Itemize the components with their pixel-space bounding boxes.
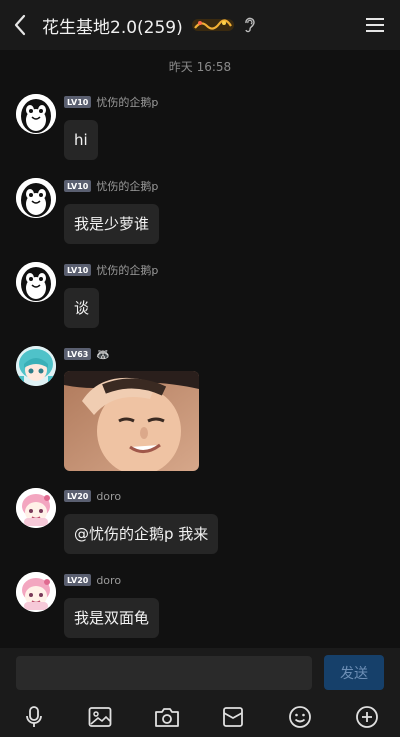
message-item: LV10 忧伤的企鹅p 谈: [16, 262, 386, 332]
emoji-icon: [289, 706, 311, 728]
photo-thumbnail-icon: [64, 371, 199, 471]
penguin-avatar-icon: [16, 178, 56, 218]
avatar[interactable]: [16, 262, 56, 302]
message-item: LV20 doro @忧伤的企鹅p 我来: [16, 488, 386, 558]
input-bar: 发送: [0, 648, 400, 698]
chevron-left-icon: [14, 14, 26, 36]
avatar[interactable]: [16, 178, 56, 218]
level-badge: LV10: [64, 96, 92, 108]
input-toolbar: [0, 698, 400, 737]
anime-girl-avatar-icon: [16, 346, 56, 386]
group-title[interactable]: 花生基地2.0(259): [42, 13, 183, 38]
message-input[interactable]: [16, 656, 312, 690]
level-badge: LV63: [64, 348, 92, 360]
message-bubble[interactable]: 我是少萝谁: [64, 204, 160, 244]
image-icon: [88, 707, 112, 727]
message-bubble[interactable]: hi: [64, 120, 98, 160]
message-bubble[interactable]: @忧伤的企鹅p 我来: [64, 514, 219, 554]
voice-button[interactable]: [20, 704, 48, 730]
camera-icon: [155, 708, 179, 727]
penguin-avatar-icon: [16, 262, 56, 302]
camera-button[interactable]: [153, 704, 181, 730]
sender-nickname[interactable]: 🦝: [96, 348, 110, 361]
sender-nickname[interactable]: 忧伤的企鹅p: [96, 262, 158, 278]
sender-nickname[interactable]: doro: [96, 574, 121, 587]
emoji-button[interactable]: [286, 704, 314, 730]
red-packet-button[interactable]: [219, 704, 247, 730]
message-bubble[interactable]: 我是双面龟: [64, 598, 160, 638]
message-item: LV10 忧伤的企鹅p 我是少萝谁: [16, 178, 386, 248]
level-badge: LV10: [64, 264, 92, 276]
level-badge: LV10: [64, 180, 92, 192]
chat-header: 花生基地2.0(259): [0, 0, 400, 50]
message-bubble[interactable]: 谈: [64, 288, 100, 328]
message-item: LV20 doro 我是双面龟: [16, 572, 386, 642]
sender-nickname[interactable]: doro: [96, 490, 121, 503]
doro-avatar-icon: [16, 488, 56, 528]
avatar[interactable]: [16, 488, 56, 528]
message-image[interactable]: [64, 371, 199, 471]
message-timestamp: 昨天 16:58: [168, 60, 232, 74]
red-packet-icon: [223, 707, 243, 727]
menu-button[interactable]: [364, 14, 386, 36]
level-badge: LV20: [64, 574, 92, 586]
penguin-avatar-icon: [16, 94, 56, 134]
more-button[interactable]: [353, 704, 381, 730]
sender-nickname[interactable]: 忧伤的企鹅p: [96, 94, 158, 110]
message-item: LV63 🦝: [16, 346, 386, 476]
group-badge-icon: [191, 17, 235, 33]
hamburger-icon: [366, 18, 384, 32]
send-button[interactable]: 发送: [324, 655, 384, 690]
level-badge: LV20: [64, 490, 92, 502]
avatar[interactable]: [16, 94, 56, 134]
image-button[interactable]: [86, 704, 114, 730]
doro-avatar-icon: [16, 572, 56, 612]
plus-icon: [356, 706, 378, 728]
avatar[interactable]: [16, 346, 56, 386]
message-item: LV10 忧伤的企鹅p hi: [16, 94, 386, 164]
ear-icon[interactable]: [243, 17, 255, 33]
back-button[interactable]: [0, 0, 40, 50]
microphone-icon: [26, 706, 42, 727]
sender-nickname[interactable]: 忧伤的企鹅p: [96, 178, 158, 194]
avatar[interactable]: [16, 572, 56, 612]
